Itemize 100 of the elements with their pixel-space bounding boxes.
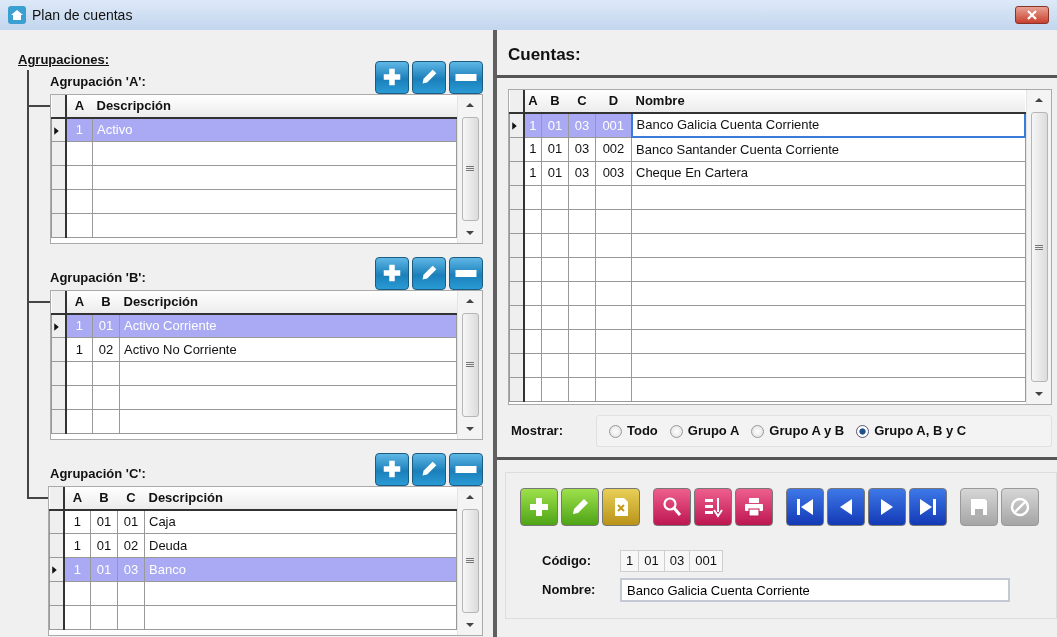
- group-title: Agrupación 'B':: [50, 269, 146, 287]
- table-cell: Caja: [144, 509, 457, 534]
- minus-icon: [455, 465, 477, 473]
- scroll-down-icon: [466, 230, 474, 235]
- scrollbar[interactable]: [457, 290, 482, 439]
- scrollbar[interactable]: [457, 94, 482, 243]
- remove-button[interactable]: [449, 60, 483, 94]
- table-cell: 01: [541, 161, 569, 185]
- column-header[interactable]: A: [65, 290, 93, 314]
- scrollbar[interactable]: [1026, 90, 1051, 404]
- edit-button[interactable]: [412, 60, 446, 94]
- section-title: Agrupaciones:: [18, 52, 109, 68]
- window-title: Plan de cuentas: [32, 5, 133, 25]
- table-cell: 03: [568, 137, 596, 161]
- radio-button[interactable]: [609, 424, 622, 438]
- table-cell: 1: [523, 137, 542, 161]
- close-icon: [1027, 10, 1037, 20]
- radio-button[interactable]: [669, 424, 683, 438]
- field-label: Nombre:: [542, 581, 597, 600]
- row-pointer-icon: [52, 124, 61, 137]
- first-button[interactable]: [786, 488, 824, 526]
- cancel-icon: [1008, 495, 1032, 519]
- table-cell: Banco Galicia Cuenta Corriente: [631, 113, 1025, 137]
- table-cell: 02: [117, 533, 145, 558]
- table-cell: 1: [65, 337, 93, 362]
- printer-icon: [742, 495, 766, 519]
- section-title: Cuentas:: [508, 45, 581, 64]
- code-field[interactable]: 01: [638, 550, 665, 572]
- table-cell: Activo Corriente: [119, 313, 457, 338]
- close-button[interactable]: [1015, 6, 1049, 24]
- row-pointer-icon: [52, 320, 61, 333]
- print-button[interactable]: [735, 488, 773, 526]
- remove-button[interactable]: [449, 256, 483, 290]
- table-cell: Activo: [92, 117, 457, 142]
- name-field[interactable]: Banco Galicia Cuenta Corriente: [620, 578, 1010, 602]
- table-cell: Deuda: [144, 533, 457, 558]
- filter-label: Mostrar:: [510, 422, 564, 441]
- minus-icon: [455, 269, 477, 277]
- search-icon: [660, 495, 684, 519]
- plus-icon: [381, 458, 403, 480]
- scroll-down-icon: [466, 426, 474, 431]
- column-header[interactable]: A: [63, 486, 91, 510]
- plus-icon: [381, 66, 403, 88]
- table-cell: 01: [117, 509, 145, 534]
- table-cell: 01: [541, 137, 569, 161]
- table-cell: 002: [595, 137, 632, 161]
- grip-icon: [466, 558, 474, 563]
- last-button[interactable]: [909, 488, 947, 526]
- code-field[interactable]: 001: [689, 550, 723, 572]
- add-button[interactable]: [520, 488, 558, 526]
- scroll-up-icon: [466, 102, 474, 107]
- add-button[interactable]: [375, 60, 409, 94]
- scrollbar[interactable]: [457, 486, 482, 635]
- edit-button[interactable]: [412, 256, 446, 290]
- edit-button[interactable]: [412, 452, 446, 486]
- code-field[interactable]: 1: [620, 550, 640, 572]
- table-cell: Activo No Corriente: [119, 337, 457, 362]
- add-button[interactable]: [375, 256, 409, 290]
- minus-icon: [455, 73, 477, 81]
- add-button[interactable]: [375, 452, 409, 486]
- group-title: Agrupación 'A':: [50, 73, 146, 91]
- row-header[interactable]: [51, 313, 66, 338]
- table-cell: 02: [92, 337, 120, 362]
- edit-button[interactable]: [561, 488, 599, 526]
- row-header[interactable]: [509, 113, 524, 137]
- scroll-up-icon: [466, 298, 474, 303]
- field-label: Código:: [542, 552, 593, 571]
- plus-icon: [381, 262, 403, 284]
- table-cell: 1: [63, 509, 91, 534]
- remove-button[interactable]: [449, 452, 483, 486]
- table-cell: 1: [523, 161, 542, 185]
- table-cell: Cheque En Cartera: [631, 161, 1025, 185]
- row-pointer-icon: [50, 564, 59, 577]
- clear-button[interactable]: [602, 488, 640, 526]
- sort-button[interactable]: [694, 488, 732, 526]
- grip-icon: [466, 166, 474, 171]
- table-cell: 1: [63, 533, 91, 558]
- column-header[interactable]: A: [65, 94, 93, 118]
- radio-label[interactable]: Grupo A: [687, 421, 740, 441]
- table-cell: Banco: [144, 557, 457, 582]
- table-cell: 003: [595, 161, 632, 185]
- scroll-up-icon: [1035, 98, 1043, 102]
- table-cell: 03: [568, 161, 596, 185]
- previous-button[interactable]: [827, 488, 865, 526]
- next-button[interactable]: [868, 488, 906, 526]
- table-cell: 01: [90, 533, 118, 558]
- row-header[interactable]: [49, 557, 64, 582]
- search-button[interactable]: [653, 488, 691, 526]
- radio-label[interactable]: Todo: [627, 421, 658, 441]
- radio-button[interactable]: [751, 424, 765, 438]
- scroll-down-icon: [466, 622, 474, 627]
- plus-icon: [527, 495, 551, 519]
- radio-button[interactable]: [856, 424, 870, 438]
- house-icon: [8, 6, 26, 24]
- table-cell: Banco Santander Cuenta Corriente: [631, 137, 1025, 161]
- radio-label[interactable]: Grupo A y B: [769, 421, 845, 441]
- table-cell: 01: [90, 509, 118, 534]
- radio-label[interactable]: Grupo A, B y C: [874, 421, 967, 441]
- row-pointer-icon: [510, 120, 519, 133]
- row-header[interactable]: [51, 117, 66, 142]
